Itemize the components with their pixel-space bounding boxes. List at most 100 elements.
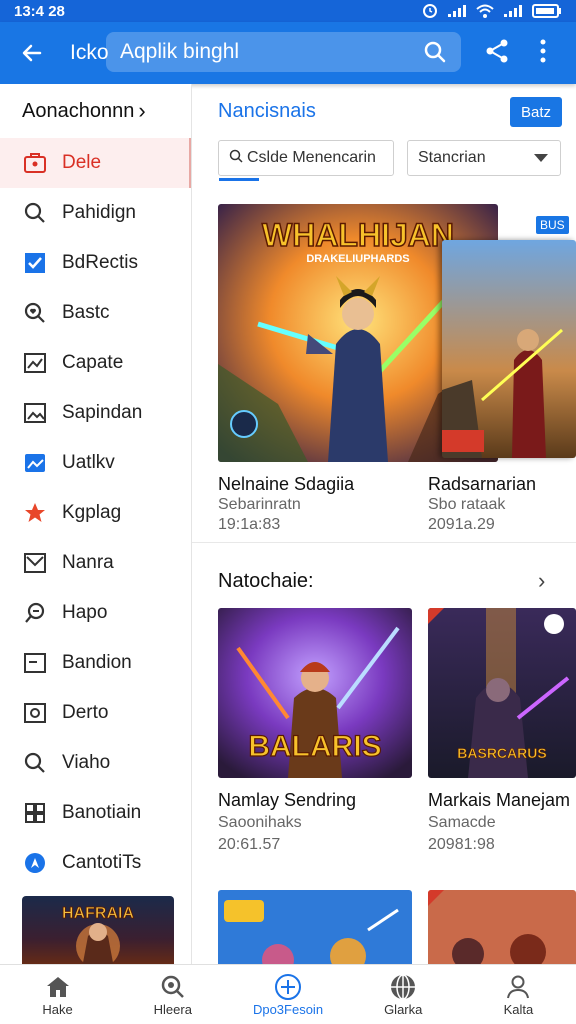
sidebar-item-bdrectis[interactable]: BdRectis: [0, 238, 191, 288]
section-2-title: Natochaie:: [218, 570, 314, 592]
sidebar-item-nanra[interactable]: Nanra: [0, 538, 191, 588]
status-time: 13:4 28: [14, 2, 65, 20]
grid-art-4[interactable]: [428, 890, 576, 964]
sidebar-item-label: Hapo: [62, 602, 108, 623]
arrow-back-icon: [22, 44, 42, 62]
sort-dropdown[interactable]: Stancrian: [407, 140, 561, 176]
image-icon: [22, 400, 48, 426]
globe-icon: [391, 974, 416, 1000]
photo-icon: [22, 700, 48, 726]
search-input[interactable]: [106, 40, 406, 64]
sidebar-item-label: CantotiTs: [62, 852, 142, 873]
sort-dropdown-label: Stancrian: [418, 149, 486, 166]
sidebar-item-derto[interactable]: Derto: [0, 688, 191, 738]
sidebar-item-bastc[interactable]: Bastc: [0, 288, 191, 338]
home-icon: [46, 977, 69, 997]
dropdown-arrow-icon: [534, 154, 548, 162]
featured-1-title[interactable]: Nelnaine Sdagiia: [218, 474, 354, 495]
gallery-icon: [22, 450, 48, 476]
featured-1-meta: 19:1a:83: [218, 516, 281, 533]
sidebar-item-label: Sapindan: [62, 402, 143, 423]
action-button[interactable]: Batz: [510, 97, 562, 127]
nav-globe[interactable]: Glarka: [346, 965, 461, 1024]
grid-2-subtitle: Samacde: [428, 814, 496, 831]
grid-art-1[interactable]: BALARIS: [218, 608, 412, 778]
sidebar-item-hapo[interactable]: Hapo: [0, 588, 191, 638]
alarm-icon: [423, 4, 437, 18]
search-bar[interactable]: [106, 32, 461, 72]
section-title: Nancisnais: [218, 100, 316, 122]
magnify-heart-icon: [22, 300, 48, 326]
featured-art-1-subtitle: DRAKELIUPHARDS: [306, 253, 409, 265]
nav-home[interactable]: Hake: [0, 965, 115, 1024]
featured-2-title[interactable]: Radsarnarian: [428, 474, 536, 495]
search-icon: [229, 149, 243, 168]
sidebar-thumbnail[interactable]: HAFRAIA: [22, 896, 174, 968]
sidebar-item-label: Pahidign: [62, 202, 136, 223]
window-icon: [22, 650, 48, 676]
back-button[interactable]: [0, 22, 64, 84]
search-icon: [22, 750, 48, 776]
grid-1-meta: 20:61.57: [218, 836, 281, 853]
status-bar: 13:4 28: [0, 0, 576, 22]
sidebar-item-label: Derto: [62, 702, 109, 723]
app-title: Icko: [70, 41, 109, 64]
grid-art-3[interactable]: [218, 890, 412, 964]
sidebar-item-label: Kgplag: [62, 502, 122, 523]
sidebar-item-label: Bastc: [62, 302, 110, 323]
sidebar-item-label: Bandion: [62, 652, 132, 673]
sidebar-header[interactable]: Aonachonnn ›: [0, 84, 191, 138]
checkbox-icon: [22, 250, 48, 276]
sidebar-item-label: Banotiain: [62, 802, 142, 823]
sidebar-item-dele[interactable]: Dele: [0, 138, 191, 188]
grid-2-title[interactable]: Markais Manejam: [428, 790, 570, 811]
nav-search[interactable]: Hleera: [115, 965, 230, 1024]
featured-art-2[interactable]: [442, 240, 576, 458]
active-underline: [219, 178, 259, 181]
nav-profile-label: Kalta: [503, 1002, 534, 1017]
search-filter-label: Cslde Menencarin: [247, 149, 376, 166]
sidebar-item-kgplag[interactable]: Kgplag: [0, 488, 191, 538]
featured-1-subtitle: Sebarinratn: [218, 496, 301, 513]
featured-2-meta: 2091a.29: [428, 516, 495, 533]
chart-icon: [22, 350, 48, 376]
sidebar-item-label: BdRectis: [62, 252, 139, 273]
mail-icon: [22, 550, 48, 576]
featured-art-1-title: WHALHIJAN: [262, 217, 454, 253]
chevron-right-icon[interactable]: ›: [538, 568, 545, 594]
nav-home-label: Hake: [42, 1002, 73, 1017]
search-icon[interactable]: [423, 40, 447, 64]
search-filter-field[interactable]: Cslde Menencarin: [218, 140, 394, 181]
more-button[interactable]: [538, 38, 548, 69]
star-icon: [22, 500, 48, 526]
share-icon: [486, 39, 508, 63]
nav-globe-label: Glarka: [384, 1002, 423, 1017]
sidebar-item-uatlkv[interactable]: Uatlkv: [0, 438, 191, 488]
chevron-right-icon: ›: [138, 98, 146, 123]
grid-art-1-title: BALARIS: [248, 730, 381, 763]
more-vert-icon: [540, 39, 546, 63]
nav-add[interactable]: Dpo3Fesoin: [230, 965, 345, 1024]
lasso-icon: [22, 600, 48, 626]
sidebar-item-bandion[interactable]: Bandion: [0, 638, 191, 688]
sidebar-item-cantotits[interactable]: CantotiTs: [0, 838, 191, 888]
wifi-icon: [476, 4, 494, 18]
sidebar-item-viaho[interactable]: Viaho: [0, 738, 191, 788]
featured-2-subtitle: Sbo rataak: [428, 496, 506, 513]
person-icon: [507, 975, 530, 999]
share-button[interactable]: [484, 38, 510, 69]
briefcase-icon: [22, 150, 48, 176]
search-icon: [22, 200, 48, 226]
nav-profile[interactable]: Kalta: [461, 965, 576, 1024]
sidebar-item-label: Viaho: [62, 752, 111, 773]
sidebar: Aonachonnn › Dele Pahidign BdRectis Bastc Ca…: [0, 84, 192, 968]
sidebar-item-sapindan[interactable]: Sapindan: [0, 388, 191, 438]
sidebar-item-capate[interactable]: Capate: [0, 338, 191, 388]
main-content: Nancisnais Batz Cslde Menencarin Stancri…: [192, 84, 576, 964]
grid-1-title[interactable]: Namlay Sendring: [218, 790, 356, 811]
sidebar-item-banotiain[interactable]: Banotiain: [0, 788, 191, 838]
grid-2-meta: 20981:98: [428, 836, 495, 853]
grid-art-2[interactable]: BASRCARUS: [428, 608, 576, 778]
sidebar-item-pahidign[interactable]: Pahidign: [0, 188, 191, 238]
sidebar-list: Dele Pahidign BdRectis Bastc Capate Sapindan U…: [0, 138, 191, 888]
